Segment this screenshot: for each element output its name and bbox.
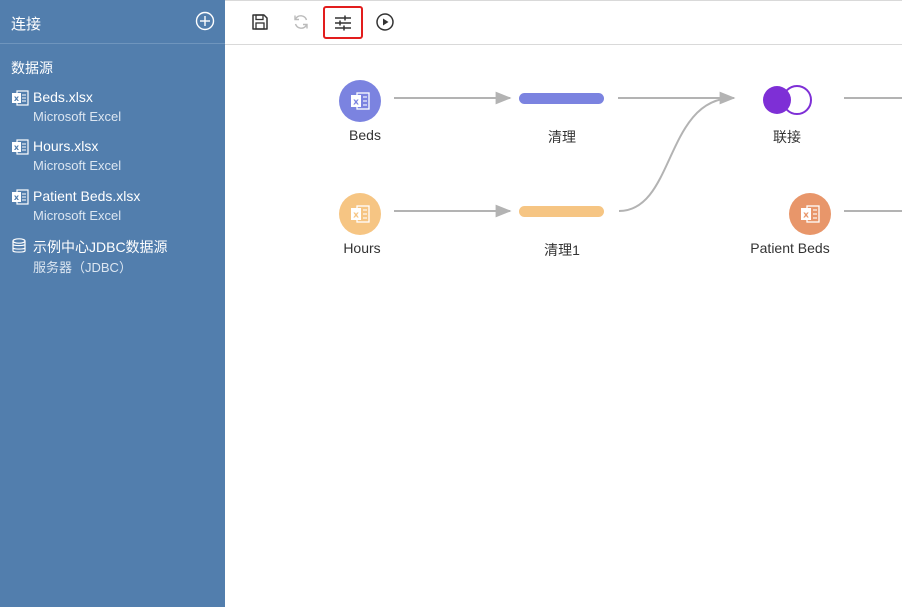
add-connection-icon[interactable]: [195, 11, 215, 31]
save-icon: [252, 14, 268, 30]
datasource-type: Microsoft Excel: [33, 109, 122, 124]
datasource-name: Patient Beds.xlsx: [33, 188, 141, 204]
datasource-name: 示例中心JDBC数据源: [33, 239, 168, 255]
excel-icon: x: [801, 205, 820, 223]
excel-icon: x: [12, 90, 29, 106]
svg-text:x: x: [14, 143, 20, 152]
database-icon: [12, 238, 26, 253]
svg-text:x: x: [14, 94, 20, 103]
node-label-join: 联接: [773, 129, 801, 145]
datasource-item-hours[interactable]: x Hours.xlsx Microsoft Excel: [11, 138, 216, 178]
svg-text:x: x: [353, 211, 359, 221]
excel-icon: x: [12, 189, 29, 205]
datasource-type: Microsoft Excel: [33, 158, 122, 173]
datasource-name: Beds.xlsx: [33, 89, 93, 105]
node-beds[interactable]: x: [339, 80, 381, 122]
datasource-item-jdbc[interactable]: 示例中心JDBC数据源 服务器（JDBC）: [11, 237, 216, 277]
node-label-patient-beds: Patient Beds: [750, 240, 830, 256]
node-patient-beds[interactable]: x: [789, 193, 831, 235]
node-label-beds: Beds: [349, 127, 381, 143]
svg-text:x: x: [353, 98, 359, 108]
edge-clean1-join: [618, 97, 734, 212]
connections-sidebar: 连接 数据源 x Beds.xlsx Microsoft Excel x Hou…: [0, 0, 225, 607]
datasource-item-patient-beds[interactable]: x Patient Beds.xlsx Microsoft Excel: [11, 188, 216, 228]
node-label-clean: 清理: [548, 129, 576, 145]
datasource-item-beds[interactable]: x Beds.xlsx Microsoft Excel: [11, 89, 216, 129]
excel-icon: x: [12, 139, 29, 155]
node-hours[interactable]: x: [339, 193, 381, 235]
datasource-type: Microsoft Excel: [33, 208, 122, 223]
flow-toolbar: [225, 0, 902, 45]
datasource-name: Hours.xlsx: [33, 138, 99, 154]
svg-text:x: x: [803, 211, 809, 221]
node-clean1[interactable]: [519, 206, 604, 217]
refresh-icon: [294, 15, 308, 29]
node-label-clean1: 清理1: [544, 242, 580, 258]
settings-button[interactable]: [323, 6, 363, 39]
sliders-icon: [335, 15, 351, 30]
node-label-hours: Hours: [343, 240, 381, 256]
flow-canvas[interactable]: x Beds 清理 联接 x Hours 清理1 x Patient Beds: [225, 45, 902, 607]
node-join[interactable]: [760, 83, 814, 117]
run-button[interactable]: [366, 7, 404, 37]
excel-icon: x: [351, 205, 370, 223]
sidebar-header: 连接: [0, 0, 225, 44]
svg-text:x: x: [14, 193, 20, 202]
datasource-type: 服务器（JDBC）: [33, 260, 132, 275]
save-button[interactable]: [241, 7, 279, 37]
excel-icon: x: [351, 92, 370, 110]
node-clean[interactable]: [519, 93, 604, 104]
sidebar-title: 连接: [11, 16, 42, 33]
refresh-button[interactable]: [282, 7, 320, 37]
play-icon: [376, 13, 394, 31]
datasource-section-title: 数据源: [11, 60, 53, 76]
